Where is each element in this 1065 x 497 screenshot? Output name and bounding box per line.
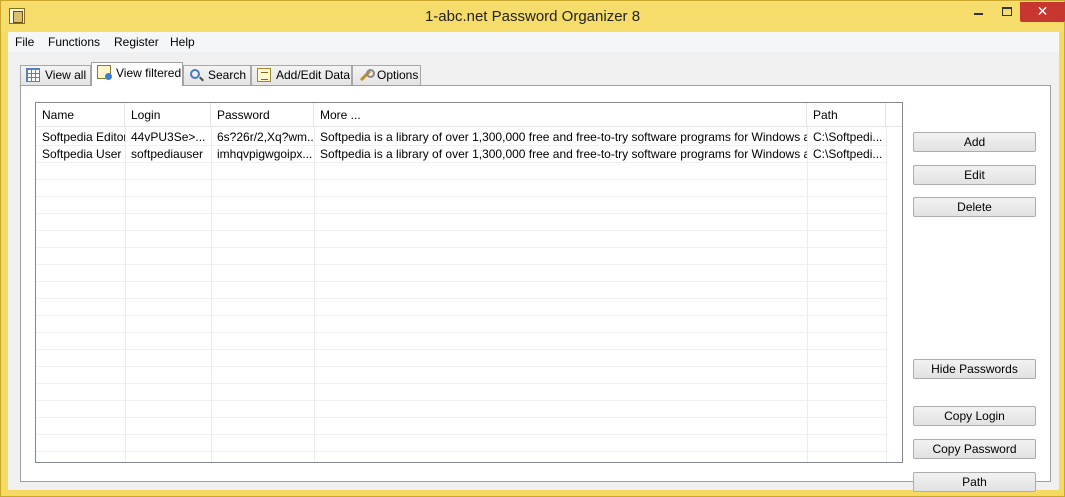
cell-login: 44vPU3Se>... xyxy=(131,130,206,144)
title-bar[interactable]: 1-abc.net Password Organizer 8 ✕ xyxy=(1,1,1065,32)
table-row[interactable]: Softpedia User softpediauser imhqvpigwgo… xyxy=(36,146,886,163)
tab-label: View all xyxy=(45,68,87,82)
column-header-password[interactable]: Password xyxy=(211,103,314,127)
grid-row-line xyxy=(36,315,886,316)
list-header: Name Login Password More ... Path xyxy=(36,103,902,127)
tab-search[interactable]: Search xyxy=(183,65,251,85)
tab-options[interactable]: Options xyxy=(352,65,421,85)
password-list[interactable]: Name Login Password More ... Path Softpe… xyxy=(35,102,903,463)
grid-row-line xyxy=(36,264,886,265)
wrench-icon xyxy=(358,68,375,82)
cell-password: imhqvpigwgoipx... xyxy=(217,147,313,161)
path-button[interactable]: Path xyxy=(913,472,1036,492)
edit-icon xyxy=(257,68,271,82)
grid-row-line xyxy=(36,281,886,282)
grid-row-line xyxy=(36,349,886,350)
grid-column-line xyxy=(314,127,315,462)
edit-button[interactable]: Edit xyxy=(913,165,1036,185)
tab-label: Search xyxy=(208,68,247,82)
cell-path: C:\Softpedi... xyxy=(813,130,883,144)
menu-register[interactable]: Register xyxy=(114,34,159,50)
close-button[interactable]: ✕ xyxy=(1020,2,1065,22)
tab-label: View filtered xyxy=(116,66,182,80)
copy-password-button[interactable]: Copy Password xyxy=(913,439,1036,459)
grid-row-line xyxy=(36,383,886,384)
minimize-icon xyxy=(973,13,983,15)
grid-icon xyxy=(26,68,40,82)
grid-row-line xyxy=(36,230,886,231)
maximize-button[interactable] xyxy=(993,2,1020,22)
app-window: 1-abc.net Password Organizer 8 ✕ File Fu… xyxy=(0,0,1065,497)
grid-row-line xyxy=(36,400,886,401)
magnifier-icon xyxy=(190,69,200,79)
cell-password: 6s?26r/2,Xq?wm... xyxy=(217,130,314,144)
column-header-more[interactable]: More ... xyxy=(314,103,807,127)
close-icon: ✕ xyxy=(1036,3,1049,19)
hide-passwords-button[interactable]: Hide Passwords xyxy=(913,359,1036,379)
tab-label: Options xyxy=(377,68,419,82)
grid-row-line xyxy=(36,417,886,418)
column-header-name[interactable]: Name xyxy=(36,103,125,127)
cell-name: Softpedia Editor xyxy=(42,130,125,144)
menu-bar: File Functions Register Help xyxy=(8,32,1059,52)
cell-more: Softpedia is a library of over 1,300,000… xyxy=(320,147,807,161)
grid-column-line xyxy=(211,127,212,462)
menu-functions[interactable]: Functions xyxy=(48,34,100,50)
menu-help[interactable]: Help xyxy=(170,34,195,50)
cell-path: C:\Softpedi... xyxy=(813,147,883,161)
grid-row-line xyxy=(36,332,886,333)
add-button[interactable]: Add xyxy=(913,132,1036,152)
minimize-button[interactable] xyxy=(963,2,993,22)
grid-row-line xyxy=(36,451,886,452)
cell-more: Softpedia is a library of over 1,300,000… xyxy=(320,130,807,144)
grid-row-line xyxy=(36,196,886,197)
column-header-path[interactable]: Path xyxy=(807,103,886,127)
cell-login: softpediauser xyxy=(131,147,204,161)
window-title: 1-abc.net Password Organizer 8 xyxy=(424,8,641,25)
table-row[interactable]: Softpedia Editor 44vPU3Se>... 6s?26r/2,X… xyxy=(36,129,886,146)
grid-column-line xyxy=(886,127,887,462)
grid-row-line xyxy=(36,247,886,248)
cell-name: Softpedia User xyxy=(42,147,122,161)
grid-row-line xyxy=(36,298,886,299)
menu-file[interactable]: File xyxy=(15,34,34,50)
tab-view-all[interactable]: View all xyxy=(20,65,91,85)
column-header-login[interactable]: Login xyxy=(125,103,211,127)
grid-column-line xyxy=(807,127,808,462)
filter-icon xyxy=(97,65,112,80)
tab-panel-view-filtered: Name Login Password More ... Path Softpe… xyxy=(20,85,1051,492)
delete-button[interactable]: Delete xyxy=(913,197,1036,217)
grid-column-line xyxy=(125,127,126,462)
client-area: File Functions Register Help View all Vi… xyxy=(8,32,1059,492)
grid-row-line xyxy=(36,434,886,435)
copy-login-button[interactable]: Copy Login xyxy=(913,406,1036,426)
column-header-filler xyxy=(886,103,902,127)
grid-row-line xyxy=(36,366,886,367)
grid-row-line xyxy=(36,179,886,180)
tab-view-filtered[interactable]: View filtered xyxy=(91,62,183,86)
grid-row-line xyxy=(36,213,886,214)
tab-add-edit-data[interactable]: Add/Edit Data xyxy=(251,65,352,85)
tab-label: Add/Edit Data xyxy=(276,68,351,82)
maximize-icon xyxy=(1001,7,1012,16)
